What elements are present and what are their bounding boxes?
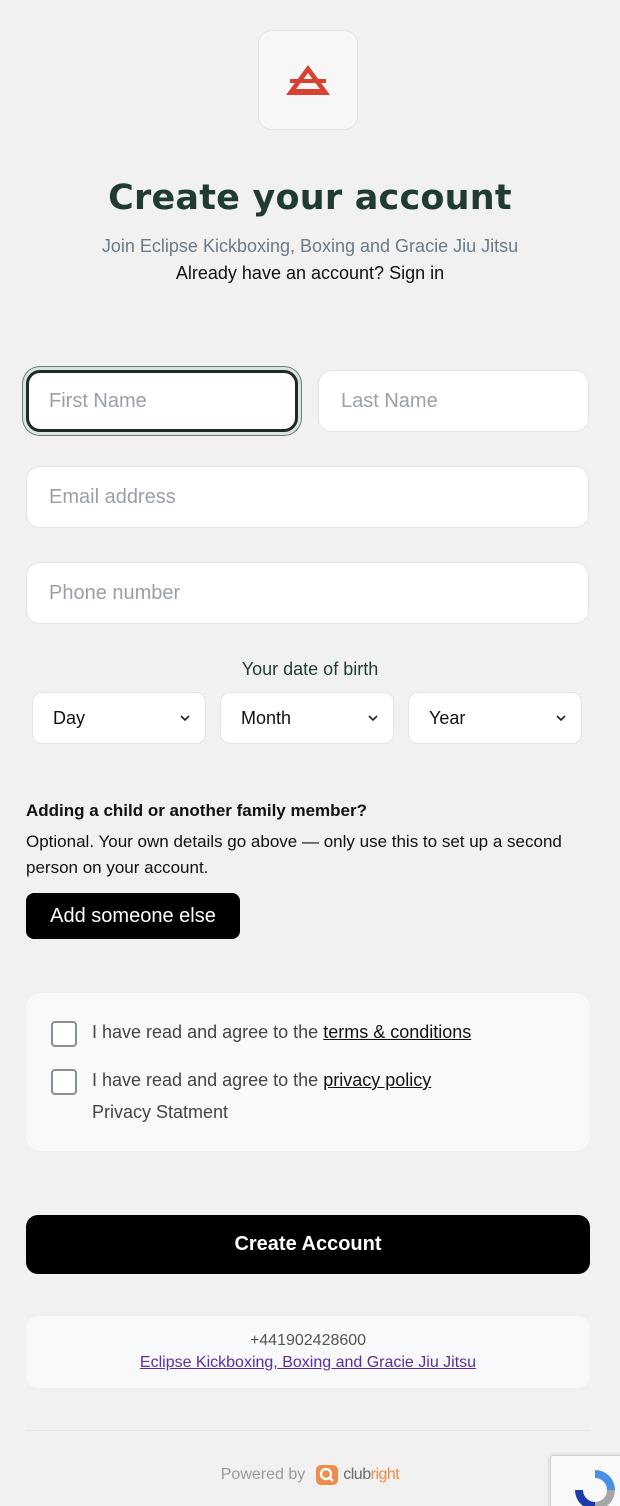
chevron-down-icon	[180, 715, 190, 722]
family-description: Optional. Your own details go above — on…	[26, 832, 562, 877]
powered-by: Powered by clubright	[0, 1464, 620, 1486]
contact-panel: +441902428600 Eclipse Kickboxing, Boxing…	[26, 1316, 590, 1388]
phone-input[interactable]	[26, 562, 589, 624]
contact-phone: +441902428600	[249, 1332, 367, 1349]
club-link[interactable]: Eclipse Kickboxing, Boxing and Gracie Ji…	[26, 1354, 590, 1372]
terms-checkbox[interactable]	[51, 1021, 77, 1047]
email-input[interactable]	[26, 466, 589, 528]
privacy-checkbox[interactable]	[51, 1069, 77, 1095]
page-subtitle: Join Eclipse Kickboxing, Boxing and Grac…	[101, 236, 519, 256]
dob-year-value: Year	[429, 707, 466, 728]
privacy-link[interactable]: privacy policy	[323, 1070, 431, 1090]
dob-month-value: Month	[241, 707, 292, 728]
dob-year-select[interactable]: Year	[408, 692, 582, 744]
club-logo-icon	[286, 65, 330, 95]
signin-link[interactable]: Sign in	[389, 263, 444, 283]
recaptcha-badge[interactable]	[550, 1455, 620, 1506]
clubright-logo[interactable]: clubright	[315, 1464, 400, 1486]
clubright-icon	[316, 1465, 339, 1485]
signin-prefix: Already have an account?	[175, 263, 385, 283]
page-title: Create your account	[108, 178, 512, 218]
create-account-button[interactable]: Create Account	[26, 1215, 590, 1274]
dob-day-select[interactable]: Day	[32, 692, 206, 744]
chevron-down-icon	[368, 715, 378, 722]
dob-day-value: Day	[53, 707, 86, 728]
family-title: Adding a child or another family member?	[26, 801, 367, 820]
privacy-line: I have read and agree to the privacy pol…	[92, 1070, 431, 1091]
club-logo	[258, 30, 358, 130]
terms-prefix: I have read and agree to the	[92, 1022, 319, 1042]
agreements-panel: I have read and agree to the terms & con…	[26, 993, 590, 1151]
terms-line: I have read and agree to the terms & con…	[92, 1022, 471, 1043]
signin-line: Already have an account? Sign in	[0, 263, 620, 284]
dob-label: Your date of birth	[241, 659, 379, 679]
recaptcha-icon	[575, 1470, 615, 1506]
privacy-prefix: I have read and agree to the	[92, 1070, 319, 1090]
footer-divider	[26, 1430, 590, 1431]
powered-by-label: Powered by	[220, 1466, 306, 1483]
terms-link[interactable]: terms & conditions	[323, 1022, 471, 1042]
last-name-input[interactable]	[318, 370, 589, 432]
clubright-word-a: club	[343, 1466, 371, 1483]
privacy-statement: Privacy Statment	[92, 1102, 229, 1122]
add-someone-button[interactable]: Add someone else	[26, 893, 240, 939]
chevron-down-icon	[556, 715, 566, 722]
clubright-word-b: right	[370, 1466, 400, 1483]
dob-month-select[interactable]: Month	[220, 692, 394, 744]
first-name-input[interactable]	[26, 370, 298, 432]
